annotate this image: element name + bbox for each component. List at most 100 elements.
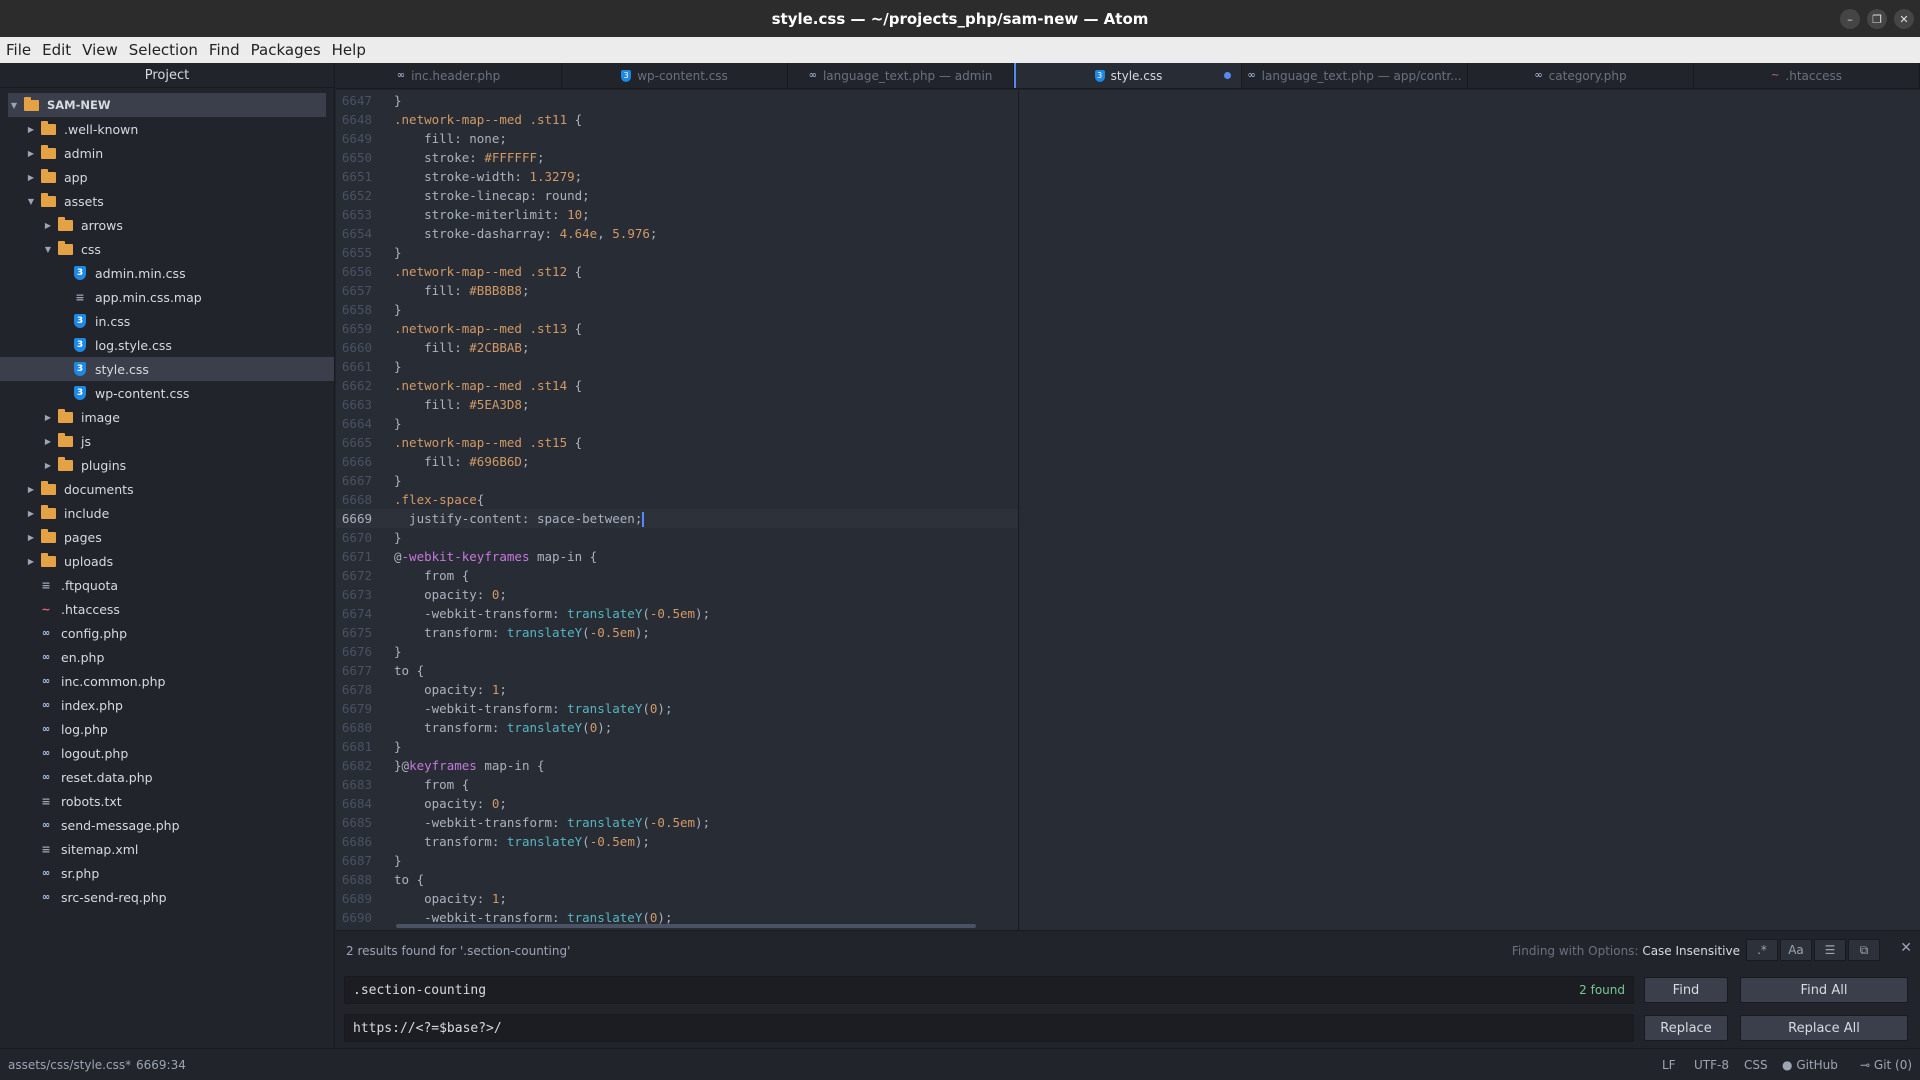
php-file-icon: ∞ — [41, 747, 51, 759]
close-window-button[interactable]: ✕ — [1894, 9, 1914, 29]
code-text: stroke-linecap: round; — [394, 188, 590, 203]
case-sensitive-toggle-button[interactable]: Aa — [1780, 939, 1812, 961]
tree-folder[interactable]: ▶ documents — [0, 477, 334, 501]
line-number: 6684 — [341, 796, 372, 811]
code-text: .network-map--med .st13 { — [394, 321, 583, 336]
code-text: } — [394, 359, 402, 374]
code-line: 6686 transform: translateY(-0.5em); — [336, 832, 1018, 851]
tree-file[interactable]: ≡ app.min.css.map — [0, 285, 334, 309]
restore-button[interactable]: ❐ — [1867, 9, 1887, 29]
code-line: 6663 fill: #5EA3D8; — [336, 395, 1018, 414]
php-file-icon: ∞ — [41, 675, 51, 687]
minimize-button[interactable]: – — [1840, 9, 1860, 29]
menu-find[interactable]: Find — [207, 41, 247, 59]
code-line: 6658} — [336, 300, 1018, 319]
code-line: 6674 -webkit-transform: translateY(-0.5e… — [336, 604, 1018, 623]
code-line: 6669 justify-content: space-between; — [336, 509, 1018, 528]
tree-file[interactable]: ∞ index.php — [0, 693, 334, 717]
editor-tab[interactable]: ∞ inc.header.php — [336, 63, 562, 88]
tree-folder[interactable]: ▶ include — [0, 501, 334, 525]
tree-folder[interactable]: ▶ app — [0, 165, 334, 189]
tree-folder[interactable]: ▶ uploads — [0, 549, 334, 573]
find-input[interactable]: .section-counting 2 found — [344, 976, 1634, 1004]
editor-empty-pane[interactable] — [1018, 90, 1920, 930]
code-line: 6647} — [336, 91, 1018, 110]
menu-selection[interactable]: Selection — [127, 41, 205, 59]
tree-file[interactable]: ∞ send-message.php — [0, 813, 334, 837]
close-find-panel-icon[interactable]: ✕ — [1900, 940, 1912, 956]
code-text: } — [394, 93, 402, 108]
tree-file[interactable]: ∞ en.php — [0, 645, 334, 669]
editor-tab[interactable]: ∞ language_text.php — admin — [788, 63, 1014, 88]
code-editor[interactable]: 6690 -webkit-transform: translateY(0); 66… — [336, 90, 1018, 930]
tree-file[interactable]: ∞ reset.data.php — [0, 765, 334, 789]
editor-tab[interactable]: ∞ language_text.php — app/contr... — [1242, 63, 1468, 88]
tree-file[interactable]: ≡ .ftpquota — [0, 573, 334, 597]
tree-item-label: arrows — [81, 217, 123, 233]
tree-file[interactable]: ∼ .htaccess — [0, 597, 334, 621]
menu-edit[interactable]: Edit — [40, 41, 78, 59]
tree-folder[interactable]: ▶ js — [0, 429, 334, 453]
status-encoding[interactable]: UTF-8 — [1694, 1058, 1729, 1072]
find-result-status: 2 results found for '.section-counting' — [346, 944, 571, 958]
find-all-button[interactable]: Find All — [1740, 977, 1908, 1003]
whole-word-toggle-button[interactable]: ⧉ — [1848, 939, 1880, 961]
code-line: 6653 stroke-miterlimit: 10; — [336, 205, 1018, 224]
tree-file[interactable]: ≡ robots.txt — [0, 789, 334, 813]
status-line-ending[interactable]: LF — [1662, 1058, 1676, 1072]
status-git[interactable]: ⊸ Git (0) — [1860, 1058, 1912, 1072]
status-github[interactable]: ● GitHub — [1782, 1058, 1838, 1072]
tree-file[interactable]: 3 wp-content.css — [0, 381, 334, 405]
tree-file[interactable]: ∞ sr.php — [0, 861, 334, 885]
code-text: stroke-dasharray: 4.64e, 5.976; — [394, 226, 658, 241]
menu-packages[interactable]: Packages — [249, 41, 328, 59]
tree-root-folder[interactable]: ▼ SAM-NEW — [8, 93, 326, 117]
editor-tab[interactable]: 3 style.css — [1014, 63, 1242, 88]
css-file-icon: 3 — [74, 338, 86, 352]
tree-folder[interactable]: ▼ assets — [0, 189, 334, 213]
tree-folder[interactable]: ▶ arrows — [0, 213, 334, 237]
code-line: 6660 fill: #2CBBAB; — [336, 338, 1018, 357]
tree-item-label: image — [81, 409, 120, 425]
editor-tab[interactable]: ∼ .htaccess — [1694, 63, 1920, 88]
tree-file[interactable]: ≡ sitemap.xml — [0, 837, 334, 861]
editor-tab[interactable]: 3 wp-content.css — [562, 63, 788, 88]
horizontal-scrollbar[interactable] — [396, 924, 976, 928]
tree-file[interactable]: 3 admin.min.css — [0, 261, 334, 285]
code-text: opacity: 0; — [394, 796, 507, 811]
menu-file[interactable]: File — [4, 41, 38, 59]
in-selection-toggle-button[interactable]: ☰ — [1814, 939, 1846, 961]
tree-folder[interactable]: ▶ .well-known — [0, 117, 334, 141]
replace-input[interactable]: https://<?=$base?>/ — [344, 1014, 1634, 1042]
tree-file[interactable]: 3 log.style.css — [0, 333, 334, 357]
menu-view[interactable]: View — [80, 41, 125, 59]
tree-file[interactable]: ∞ inc.common.php — [0, 669, 334, 693]
tree-folder[interactable]: ▶ image — [0, 405, 334, 429]
tree-file[interactable]: 3 in.css — [0, 309, 334, 333]
status-grammar[interactable]: CSS — [1744, 1058, 1768, 1072]
text-file-icon: ≡ — [41, 842, 51, 856]
css-file-icon: 3 — [621, 69, 632, 82]
tree-file[interactable]: 3 style.css — [0, 357, 334, 381]
line-number: 6649 — [341, 131, 372, 146]
code-text: to { — [394, 872, 425, 887]
tree-file[interactable]: ∞ src-send-req.php — [0, 885, 334, 909]
replace-button[interactable]: Replace — [1644, 1015, 1728, 1041]
php-file-icon: ∞ — [41, 723, 51, 735]
line-number: 6654 — [341, 226, 372, 241]
menu-help[interactable]: Help — [330, 41, 373, 59]
tree-file[interactable]: ∞ logout.php — [0, 741, 334, 765]
find-button[interactable]: Find — [1644, 977, 1728, 1003]
editor-tab[interactable]: ∞ category.php — [1468, 63, 1694, 88]
tree-folder[interactable]: ▶ admin — [0, 141, 334, 165]
tree-file[interactable]: ∞ config.php — [0, 621, 334, 645]
status-file-path[interactable]: assets/css/style.css* — [8, 1058, 131, 1072]
code-line: 6680 transform: translateY(0); — [336, 718, 1018, 737]
tree-folder[interactable]: ▼ css — [0, 237, 334, 261]
status-cursor-position[interactable]: 6669:34 — [136, 1058, 186, 1072]
tree-folder[interactable]: ▶ plugins — [0, 453, 334, 477]
tree-folder[interactable]: ▶ pages — [0, 525, 334, 549]
tree-file[interactable]: ∞ log.php — [0, 717, 334, 741]
replace-all-button[interactable]: Replace All — [1740, 1015, 1908, 1041]
regex-toggle-button[interactable]: .* — [1746, 939, 1778, 961]
